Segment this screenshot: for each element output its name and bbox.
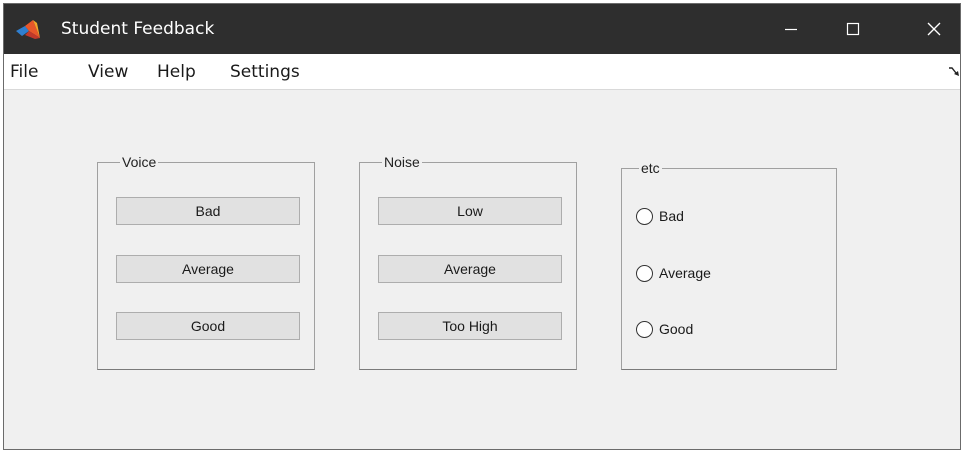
- noise-too-high-button[interactable]: Too High: [378, 312, 562, 340]
- noise-average-button[interactable]: Average: [378, 255, 562, 283]
- matlab-icon: [16, 20, 40, 39]
- menu-file[interactable]: File: [10, 54, 38, 90]
- noise-panel: Noise Low Average Too High: [359, 153, 577, 370]
- etc-average-radio[interactable]: Average: [636, 262, 711, 284]
- radio-label: Average: [659, 265, 711, 281]
- voice-bad-button[interactable]: Bad: [116, 197, 300, 225]
- etc-panel: etc Bad Average Good: [621, 159, 837, 370]
- menu-view[interactable]: View: [88, 54, 128, 90]
- menu-bar: File View Help Settings: [4, 54, 960, 90]
- etc-good-radio[interactable]: Good: [636, 318, 693, 340]
- dock-arrow-icon[interactable]: [948, 66, 960, 78]
- voice-panel-title: Voice: [120, 153, 159, 171]
- radio-circle-icon[interactable]: [636, 207, 653, 225]
- minimize-button[interactable]: [768, 4, 814, 54]
- voice-average-button[interactable]: Average: [116, 255, 300, 283]
- menu-settings[interactable]: Settings: [230, 54, 300, 90]
- voice-good-button[interactable]: Good: [116, 312, 300, 340]
- menu-help[interactable]: Help: [157, 54, 196, 90]
- noise-low-button[interactable]: Low: [378, 197, 562, 225]
- maximize-button[interactable]: [830, 4, 876, 54]
- window-title: Student Feedback: [61, 19, 215, 39]
- title-bar[interactable]: Student Feedback: [4, 4, 960, 54]
- etc-bad-radio[interactable]: Bad: [636, 205, 684, 227]
- maximize-icon: [846, 22, 860, 36]
- close-icon: [927, 22, 941, 36]
- radio-circle-icon[interactable]: [636, 320, 653, 338]
- minimize-icon: [785, 28, 797, 31]
- app-window: Student Feedback File View Help Settings: [3, 3, 961, 450]
- radio-label: Bad: [659, 208, 684, 224]
- radio-label: Good: [659, 321, 694, 337]
- close-button[interactable]: [911, 4, 957, 54]
- radio-circle-icon[interactable]: [636, 264, 653, 282]
- etc-panel-title: etc: [639, 159, 662, 177]
- noise-panel-title: Noise: [382, 153, 422, 171]
- voice-panel: Voice Bad Average Good: [97, 153, 315, 370]
